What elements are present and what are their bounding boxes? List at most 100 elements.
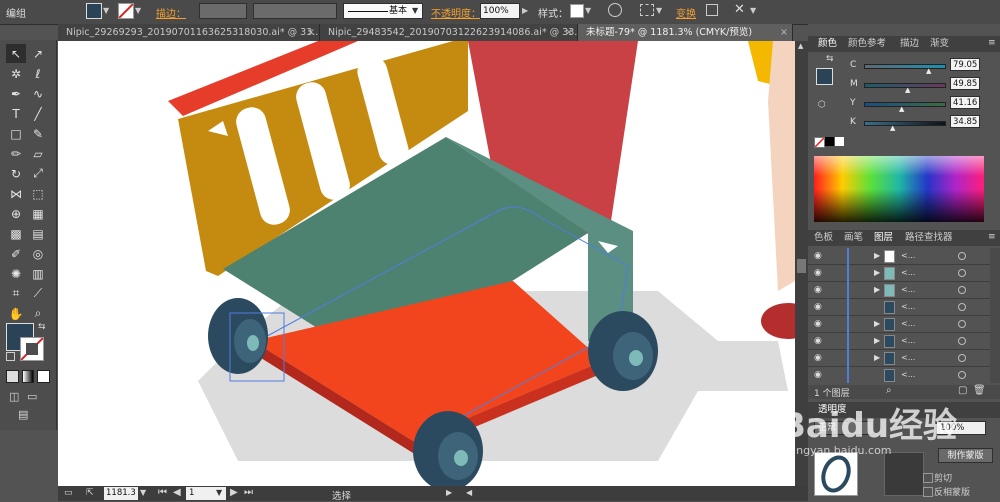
chevron-down-icon[interactable]: ▼ — [656, 6, 662, 15]
target-icon[interactable] — [958, 354, 966, 362]
chevron-down-icon[interactable]: ▼ — [103, 6, 109, 15]
list-item[interactable]: ◉ <... — [808, 367, 1000, 383]
chevron-down-icon[interactable]: ▼ — [750, 6, 756, 15]
column-graph-tool-icon[interactable]: ▥ — [28, 264, 48, 283]
zoom-tool-icon[interactable]: ⌕ — [28, 304, 48, 323]
tab-document-1[interactable]: Nipic_29269293_20190701163625318030.ai* … — [58, 24, 320, 41]
eye-icon[interactable]: ◉ — [814, 268, 826, 278]
target-icon[interactable] — [958, 286, 966, 294]
target-icon[interactable] — [958, 320, 966, 328]
brush-definition-select[interactable]: 基本 — [343, 3, 423, 19]
eye-icon[interactable]: ◉ — [814, 353, 826, 363]
list-item[interactable]: ◉ <... — [808, 299, 1000, 316]
k-value-input[interactable]: 34.85 — [950, 115, 980, 128]
target-icon[interactable] — [958, 337, 966, 345]
curvature-tool-icon[interactable]: ∿ — [28, 84, 48, 103]
eye-icon[interactable]: ◉ — [814, 370, 826, 380]
tab-document-2[interactable]: Nipic_29483542_20190703122623914086.ai* … — [320, 24, 578, 41]
artboard-tool-icon[interactable]: ⌗ — [6, 284, 26, 303]
panel-menu-icon[interactable]: ≡ — [988, 232, 996, 242]
align-icon[interactable] — [640, 4, 654, 16]
slider-handle-icon[interactable]: ▲ — [899, 105, 904, 113]
list-item[interactable]: ◉ ▶ <... — [808, 333, 1000, 350]
tab-document-3[interactable]: 未标题-79* @ 1181.3% (CMYK/预览) × — [578, 24, 793, 41]
fill-swatch[interactable] — [86, 3, 102, 19]
list-item[interactable]: ◉ ▶ <... — [808, 350, 1000, 367]
recolor-artwork-icon[interactable] — [608, 3, 622, 17]
color-fill-swatch[interactable] — [816, 68, 833, 85]
out-of-gamut-icon[interactable]: ⬡ — [818, 100, 826, 110]
invert-mask-checkbox[interactable] — [923, 487, 933, 497]
magic-wand-tool-icon[interactable]: ✲ — [6, 64, 26, 83]
panel-menu-icon[interactable]: ≡ — [988, 38, 996, 48]
chevron-down-icon[interactable]: ▼ — [140, 488, 146, 497]
expand-triangle-icon[interactable]: ▶ — [874, 319, 880, 328]
change-screen-mode-icon[interactable]: ▤ — [18, 408, 28, 421]
target-icon[interactable] — [958, 303, 966, 311]
slider-handle-icon[interactable]: ▲ — [905, 86, 910, 94]
list-item[interactable]: ◉ ▶ <... — [808, 316, 1000, 333]
shape-builder-tool-icon[interactable]: ⊕ — [6, 204, 26, 223]
delete-layer-icon[interactable]: 🗑 — [973, 385, 986, 396]
expand-triangle-icon[interactable]: ▶ — [874, 336, 880, 345]
scroll-thumb[interactable] — [797, 259, 806, 273]
prev-page-icon[interactable]: ◀ — [173, 487, 181, 498]
hand-tool-icon[interactable]: ✋ — [6, 304, 26, 323]
eraser-tool-icon[interactable]: ▱ — [28, 144, 48, 163]
transform-label[interactable]: 变换 — [676, 5, 696, 20]
eye-icon[interactable]: ◉ — [814, 336, 826, 346]
chevron-down-icon[interactable]: ▼ — [412, 6, 418, 15]
scroll-up-icon[interactable]: ▲ — [798, 42, 803, 50]
next-page-icon[interactable]: ▶ — [230, 487, 238, 498]
type-tool-icon[interactable]: T — [6, 104, 26, 123]
graphic-style-swatch[interactable] — [570, 4, 584, 18]
tab-stroke[interactable]: 描边 — [900, 36, 919, 52]
isolate-group-icon[interactable] — [706, 4, 718, 16]
width-tool-icon[interactable]: ⋈ — [6, 184, 26, 203]
tab-transparency[interactable]: 透明度 — [818, 402, 847, 418]
none-mode-icon[interactable] — [37, 370, 51, 383]
opacity-input[interactable]: 100% — [480, 3, 520, 19]
locate-object-icon[interactable]: ⌕ — [886, 385, 892, 396]
tab-pathfinder[interactable]: 路径查找器 — [905, 230, 953, 246]
pencil-tool-icon[interactable]: ✏ — [6, 144, 26, 163]
free-transform-tool-icon[interactable]: ⬚ — [28, 184, 48, 203]
target-icon[interactable] — [958, 269, 966, 277]
black-swatch[interactable] — [825, 137, 834, 146]
scale-arrows-icon[interactable]: ✕ — [734, 2, 745, 17]
line-tool-icon[interactable]: ╱ — [28, 104, 48, 123]
zoom-input[interactable]: 1181.3 — [104, 487, 138, 500]
eyedropper-tool-icon[interactable]: ✐ — [6, 244, 26, 263]
eye-icon[interactable]: ◉ — [814, 302, 826, 312]
slider-handle-icon[interactable]: ▲ — [926, 67, 931, 75]
tab-color[interactable]: 颜色 — [818, 36, 837, 52]
slice-tool-icon[interactable]: ⟋ — [28, 284, 48, 303]
mesh-tool-icon[interactable]: ▩ — [6, 224, 26, 243]
eye-icon[interactable]: ◉ — [814, 251, 826, 261]
chevron-right-icon[interactable]: ▶ — [522, 6, 528, 15]
opacity-label[interactable]: 不透明度： — [431, 5, 481, 20]
slider-handle-icon[interactable]: ▲ — [890, 124, 895, 132]
selection-tool-icon[interactable]: ↖ — [6, 44, 26, 63]
new-layer-icon[interactable]: ▢ — [958, 385, 967, 396]
k-slider[interactable] — [864, 121, 946, 126]
color-mode-icon[interactable] — [6, 370, 19, 383]
y-slider[interactable] — [864, 102, 946, 107]
white-swatch[interactable] — [835, 137, 844, 146]
tab-layers[interactable]: 图层 — [874, 230, 893, 246]
lasso-tool-icon[interactable]: ℓ — [28, 64, 48, 83]
m-value-input[interactable]: 49.85 — [950, 77, 980, 90]
blend-tool-icon[interactable]: ◎ — [28, 244, 48, 263]
scroll-left-icon[interactable]: ◀ — [466, 488, 472, 497]
expand-triangle-icon[interactable]: ▶ — [874, 285, 880, 294]
eye-icon[interactable]: ◉ — [814, 319, 826, 329]
stroke-weight-input[interactable] — [199, 3, 247, 19]
close-icon[interactable]: × — [565, 24, 573, 41]
tab-brushes[interactable]: 画笔 — [844, 230, 863, 246]
chevron-down-icon[interactable]: ▼ — [585, 6, 591, 15]
scale-tool-icon[interactable]: ⤢ — [28, 164, 48, 183]
target-icon[interactable] — [958, 371, 966, 379]
eye-icon[interactable]: ◉ — [814, 285, 826, 295]
expand-triangle-icon[interactable]: ▶ — [874, 353, 880, 362]
rectangle-tool-icon[interactable]: □ — [6, 124, 26, 143]
